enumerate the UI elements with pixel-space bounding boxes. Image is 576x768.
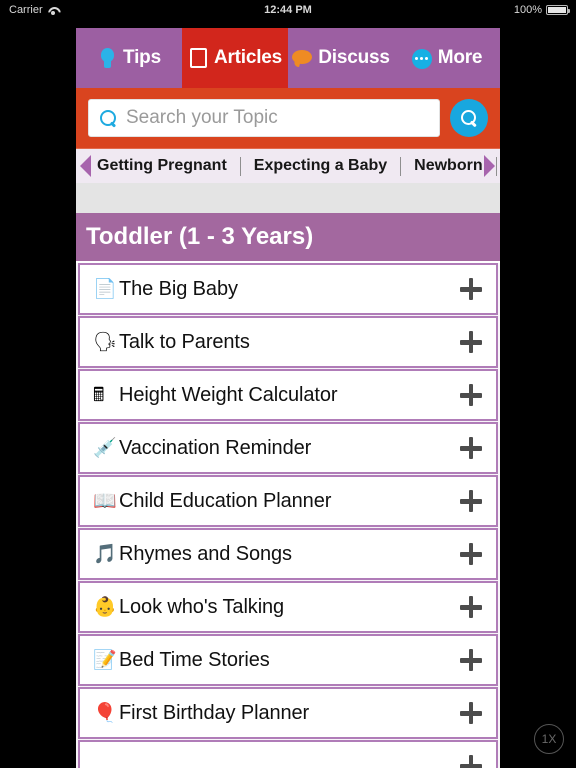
battery-icon: [546, 5, 570, 15]
list-item[interactable]: 📄 The Big Baby: [78, 263, 498, 315]
search-input[interactable]: Search your Topic: [88, 99, 440, 137]
list-item[interactable]: 🎈 First Birthday Planner: [78, 687, 498, 739]
speech-bubble-icon: [292, 48, 313, 69]
list-item-label: Height Weight Calculator: [119, 383, 338, 406]
tab-bar: Tips Articles Discuss More: [76, 28, 500, 88]
category-scroller[interactable]: Getting Pregnant Expecting a Baby Newbor…: [76, 149, 500, 183]
list-item[interactable]: 📝 Bed Time Stories: [78, 634, 498, 686]
list-item-label: Rhymes and Songs: [119, 542, 292, 565]
plus-icon[interactable]: [460, 278, 482, 300]
status-bar-right: 100%: [513, 4, 570, 16]
tab-articles[interactable]: Articles: [182, 28, 288, 88]
plus-icon[interactable]: [460, 755, 482, 768]
search-placeholder: Search your Topic: [126, 107, 278, 128]
search-icon: [460, 109, 478, 127]
list-item[interactable]: 🖩 Height Weight Calculator: [78, 369, 498, 421]
list-item[interactable]: 📖 Child Education Planner: [78, 475, 498, 527]
page-title: Toddler (1 - 3 Years): [86, 223, 314, 250]
memo-icon: 📝: [93, 649, 117, 671]
search-icon: [100, 109, 117, 127]
plus-icon[interactable]: [460, 384, 482, 406]
category-item-getting-pregnant[interactable]: Getting Pregnant: [84, 157, 240, 175]
list-item-label: Talk to Parents: [119, 330, 250, 353]
lightbulb-icon: [97, 47, 118, 69]
plus-icon[interactable]: [460, 490, 482, 512]
list-item[interactable]: 💉 Vaccination Reminder: [78, 422, 498, 474]
search-button[interactable]: [450, 99, 488, 137]
page-icon: 📄: [93, 278, 117, 300]
section-header: Toddler (1 - 3 Years): [76, 213, 500, 263]
list-item-label: First Birthday Planner: [119, 701, 310, 724]
content-spacer: [76, 183, 500, 213]
list-item-label: Look who's Talking: [119, 595, 285, 618]
list-item[interactable]: 👶 Look who's Talking: [78, 581, 498, 633]
document-icon: [189, 48, 207, 68]
category-next-button[interactable]: [480, 149, 498, 183]
plus-icon[interactable]: [460, 596, 482, 618]
scale-toggle-label: 1X: [541, 732, 557, 746]
list-item-label: Child Education Planner: [119, 489, 332, 512]
status-bar: Carrier 12:44 PM 100%: [0, 0, 576, 20]
person-talk-icon: 🗣: [93, 331, 118, 353]
ellipsis-circle-icon: [411, 48, 433, 69]
plus-icon[interactable]: [460, 543, 482, 565]
app-window: Tips Articles Discuss More Search your T…: [76, 28, 500, 768]
status-bar-clock: 12:44 PM: [264, 4, 312, 16]
balloon-icon: 🎈: [93, 702, 117, 724]
list-item-label: The Big Baby: [119, 277, 238, 300]
tab-articles-label: Articles: [213, 47, 283, 68]
plus-icon[interactable]: [460, 649, 482, 671]
tab-tips[interactable]: Tips: [76, 28, 182, 88]
plus-icon[interactable]: [460, 702, 482, 724]
tab-discuss-label: Discuss: [318, 47, 390, 68]
calculator-icon: 🖩: [93, 384, 105, 406]
list-item-label: Vaccination Reminder: [119, 436, 312, 459]
chevron-right-icon: [483, 155, 495, 177]
open-book-icon: 📖: [93, 490, 117, 512]
article-list: 📄 The Big Baby 🗣 Talk to Parents 🖩 Heigh…: [76, 263, 500, 768]
tab-tips-label: Tips: [123, 47, 161, 68]
tab-discuss[interactable]: Discuss: [288, 28, 394, 88]
battery-percent-label: 100%: [513, 4, 542, 16]
chevron-left-icon: [79, 155, 91, 177]
list-item[interactable]: 🎵 Rhymes and Songs: [78, 528, 498, 580]
scale-toggle-button[interactable]: 1X: [534, 724, 564, 754]
list-item-label: Bed Time Stories: [119, 648, 270, 671]
tab-more[interactable]: More: [394, 28, 500, 88]
category-nav: Getting Pregnant Expecting a Baby Newbor…: [76, 148, 500, 183]
plus-icon[interactable]: [460, 331, 482, 353]
baby-phone-icon: 👶: [93, 596, 117, 618]
music-note-icon: 🎵: [93, 543, 117, 565]
search-bar: Search your Topic: [76, 88, 500, 148]
list-item[interactable]: 🗣 Talk to Parents: [78, 316, 498, 368]
syringe-icon: 💉: [93, 437, 117, 459]
tab-more-label: More: [437, 47, 483, 68]
category-prev-button[interactable]: [76, 149, 94, 183]
category-item-expecting-a-baby[interactable]: Expecting a Baby: [241, 157, 400, 175]
plus-icon[interactable]: [460, 437, 482, 459]
list-item[interactable]: [78, 740, 498, 768]
